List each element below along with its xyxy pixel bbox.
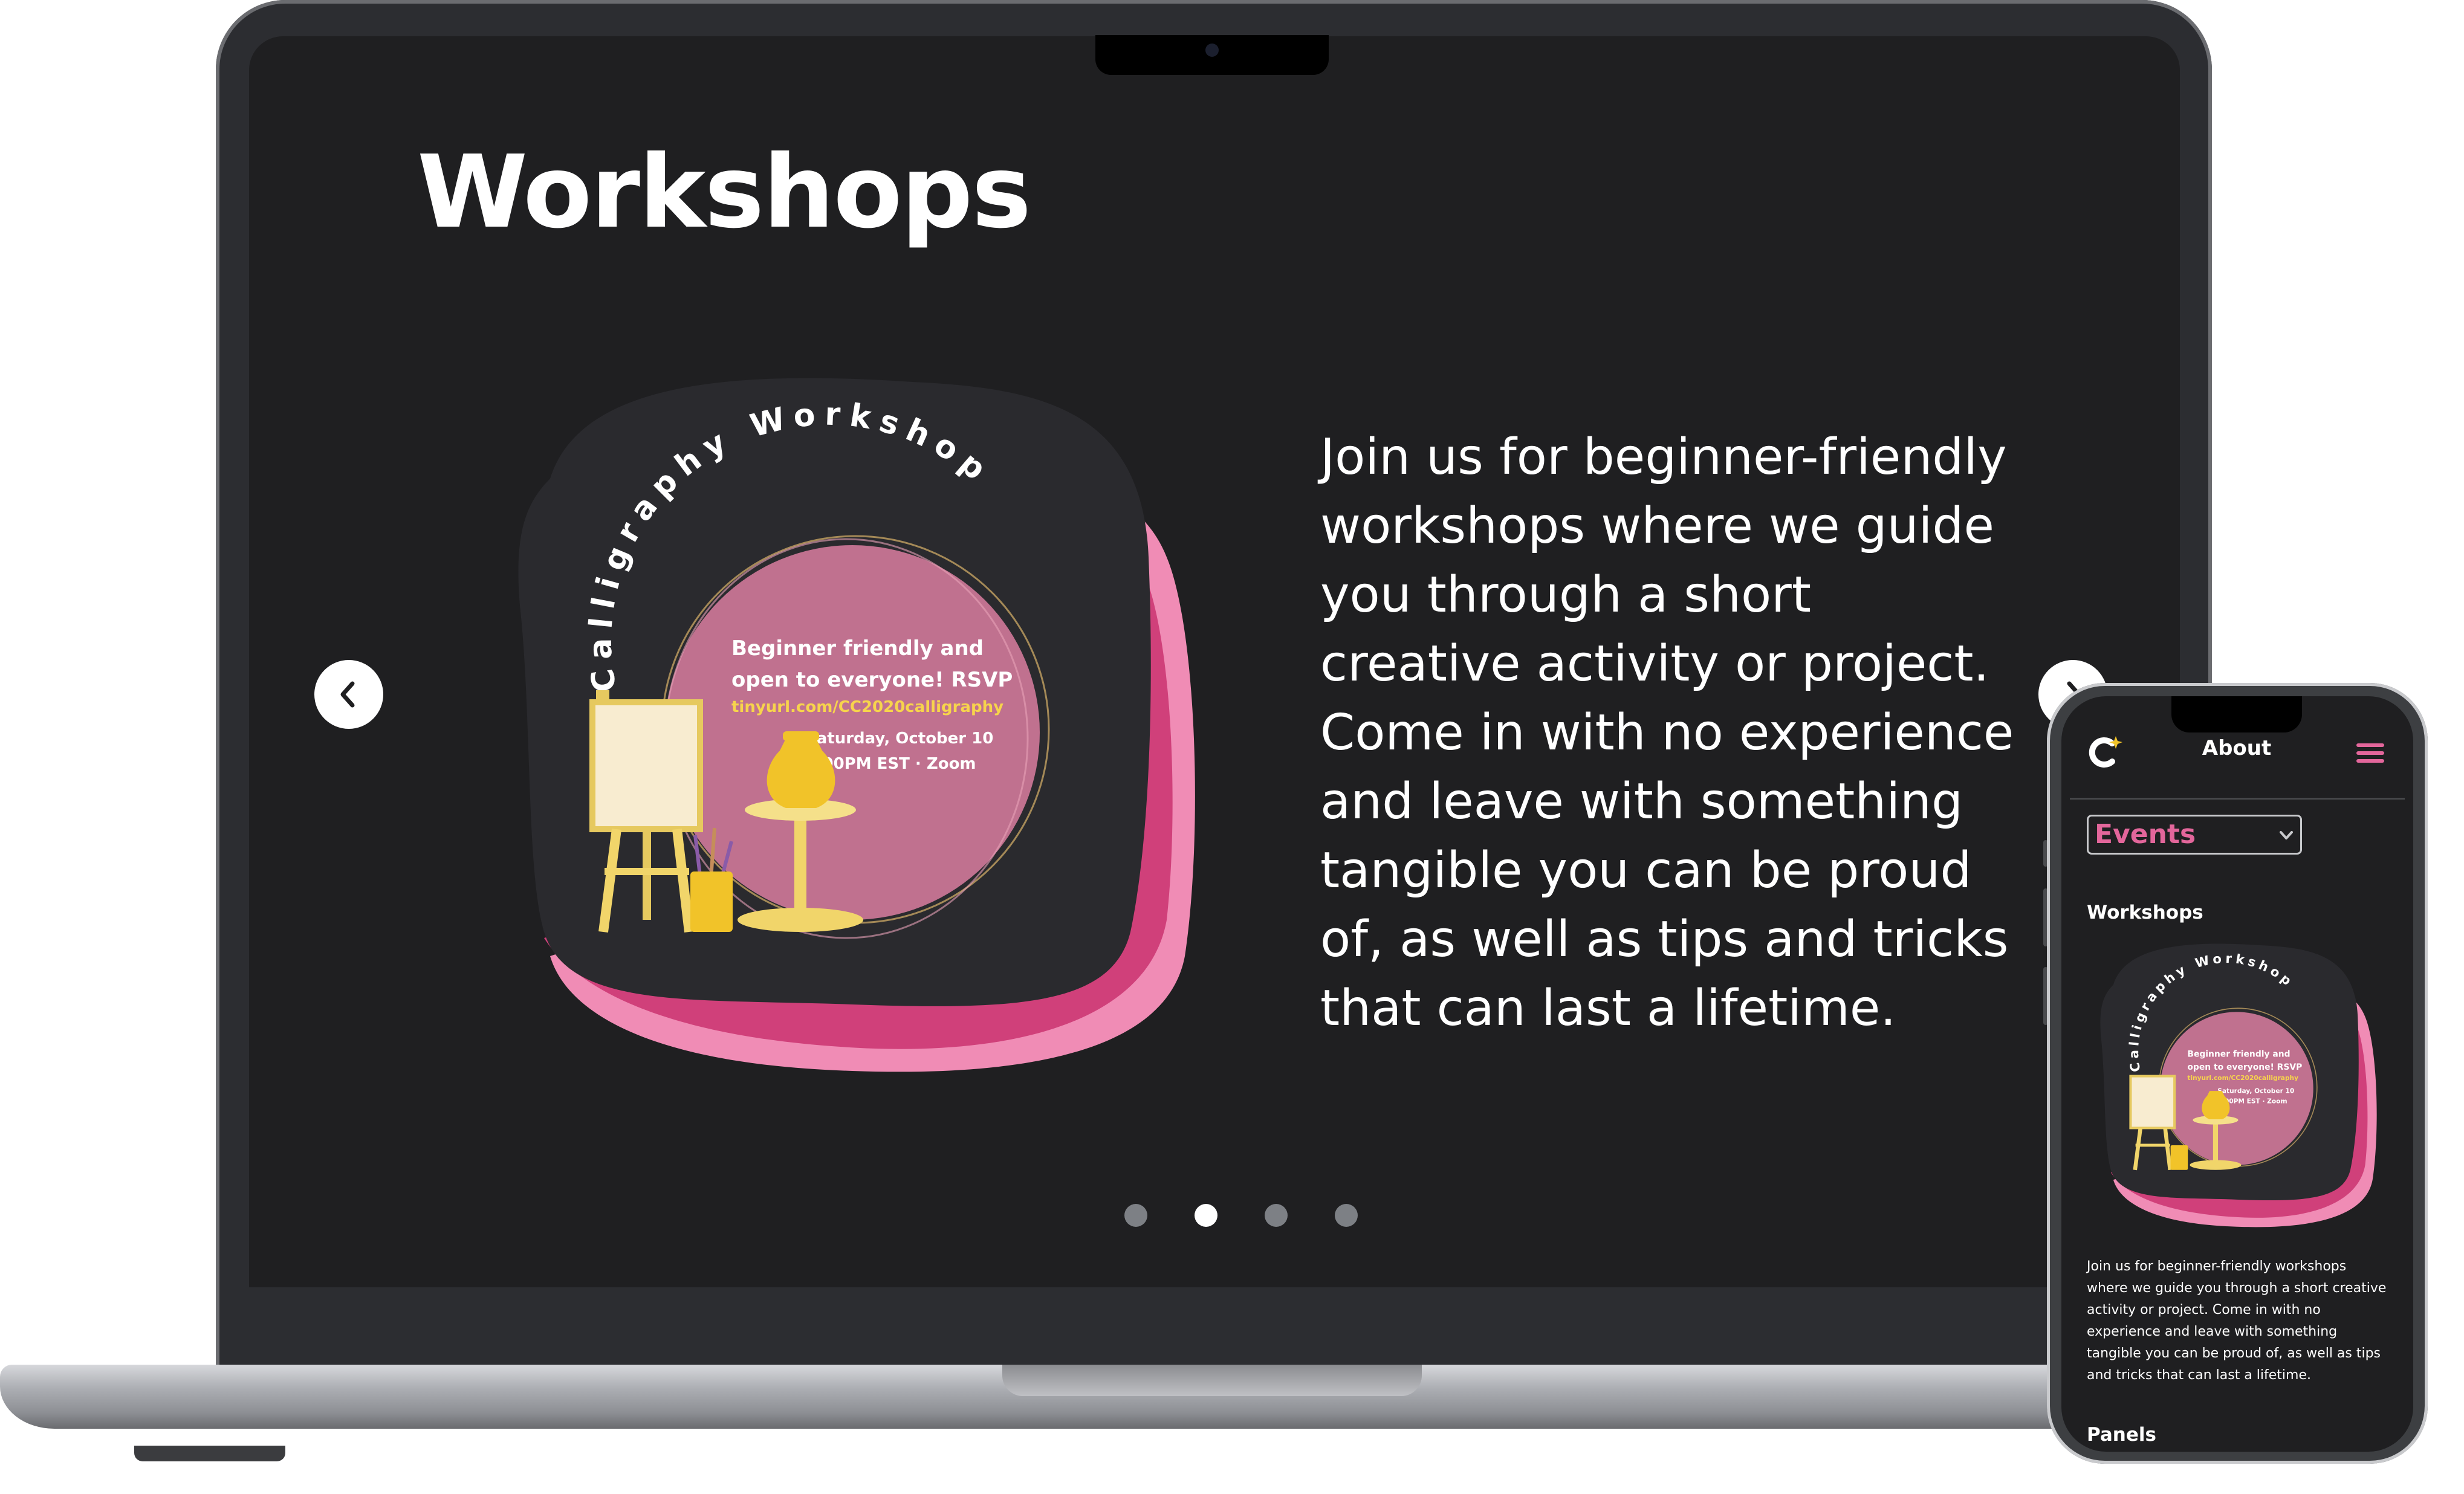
phone-nav-title[interactable]: About xyxy=(2200,736,2273,760)
carousel-dot-active[interactable] xyxy=(1195,1204,1217,1227)
chevron-left-icon xyxy=(340,681,355,708)
poster-date: Saturday, October 10 xyxy=(805,729,993,748)
dropdown-value: Events xyxy=(2095,819,2196,850)
carousel-dot[interactable] xyxy=(1265,1204,1288,1227)
workshop-slide-image: Calligraphy Workshop Beginner friendly a… xyxy=(518,378,1195,1072)
workshop-slide-image: Calligraphy Workshop Beginner friendly a… xyxy=(2100,943,2377,1227)
poster-line1: Beginner friendly and xyxy=(731,636,984,661)
phone-next-section-title: Panels xyxy=(2087,1424,2156,1446)
easel-icon xyxy=(589,690,703,933)
carousel-prev-button[interactable] xyxy=(314,660,383,729)
phone-dynamic-island xyxy=(2171,696,2302,732)
carousel-dot[interactable] xyxy=(1335,1204,1358,1227)
carousel-dot[interactable] xyxy=(1124,1204,1147,1227)
hamburger-menu-icon[interactable] xyxy=(2356,741,2384,765)
laptop-hinge-notch xyxy=(1002,1365,1422,1396)
phone-section-title: Workshops xyxy=(2087,902,2203,923)
poster-date: Saturday, October 10 xyxy=(2217,1087,2294,1095)
poster-line2: open to everyone! RSVP xyxy=(731,668,1013,692)
poster-line1: Beginner friendly and xyxy=(2187,1050,2290,1059)
events-dropdown[interactable]: Events xyxy=(2087,815,2302,855)
phone-header-divider xyxy=(2070,798,2405,800)
laptop-foot xyxy=(134,1446,285,1461)
poster-link: tinyurl.com/CC2020calligraphy xyxy=(2187,1074,2298,1082)
workshop-description: Join us for beginner-friendly workshops … xyxy=(1320,428,2014,1037)
phone-workshop-description: Join us for beginner-friendly workshops … xyxy=(2087,1259,2387,1383)
club-logo-icon[interactable] xyxy=(2084,731,2127,774)
brush-cup-icon xyxy=(2170,1145,2188,1170)
poster-line2: open to everyone! RSVP xyxy=(2187,1062,2302,1072)
chevron-down-icon xyxy=(2280,831,2293,839)
camera-icon xyxy=(1205,44,1219,57)
poster-link: tinyurl.com/CC2020calligraphy xyxy=(731,698,1003,716)
page-title: Workshops xyxy=(417,134,1031,251)
